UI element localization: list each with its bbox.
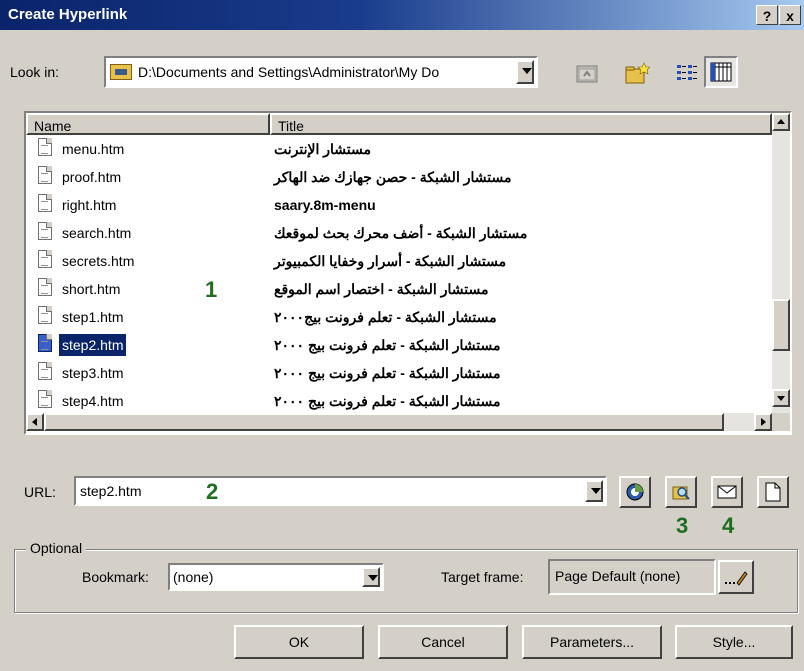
file-title: مستشار الشبكة - اختصار اسم الموقع [274,281,489,297]
target-frame-button[interactable] [718,560,754,594]
html-file-icon [38,222,52,240]
list-item[interactable]: proof.htm مستشار الشبكة - حصن جهازك ضد ال… [26,163,772,191]
html-file-icon [38,306,52,324]
bookmark-value: (none) [173,569,214,585]
list-item[interactable]: short.htm مستشار الشبكة - اختصار اسم المو… [26,275,772,303]
file-title: مستشار الشبكة - أسرار وخفايا الكمبيوتر [274,253,507,269]
annotation-4: 4 [722,513,735,538]
list-item[interactable]: menu.htm مستشار الإنترنت [26,135,772,163]
style-button[interactable]: Style... [675,625,793,659]
target-frame-field: Page Default (none) [548,559,716,595]
lookin-path: D:\Documents and Settings\Administrator\… [138,64,440,80]
list-item[interactable]: step4.htm مستشار الشبكة - تعلم فرونت بيج … [26,387,772,413]
column-header-name[interactable]: Name [26,113,270,135]
file-name: search.htm [62,225,132,241]
bookmark-label: Bookmark: [82,569,149,585]
scroll-down-icon[interactable] [772,389,790,407]
file-name: short.htm [62,281,121,297]
column-header-title[interactable]: Title [270,113,772,135]
html-file-icon [38,250,52,268]
list-item[interactable]: step2.htm مستشار الشبكة - تعلم فرونت بيج … [26,331,772,359]
file-name: step2.htm [59,334,127,356]
url-combobox[interactable]: step2.htm [74,476,607,506]
file-title: مستشار الشبكة - تعلم فرونت بيج ٢٠٠٠ [274,337,501,353]
list-view-icon[interactable] [672,58,702,88]
list-item[interactable]: step1.htm مستشار الشبكة - تعلم فرونت بيج٢… [26,303,772,331]
file-title: مستشار الشبكة - تعلم فرونت بيج ٢٠٠٠ [274,393,501,409]
new-page-icon[interactable] [757,476,789,508]
lookin-combobox[interactable]: D:\Documents and Settings\Administrator\… [104,56,538,88]
url-input[interactable]: step2.htm [80,483,141,499]
lookin-label: Look in: [10,64,60,80]
email-icon[interactable] [711,476,743,508]
optional-legend: Optional [26,540,87,556]
bookmark-combobox[interactable]: (none) [168,563,384,591]
html-file-icon [38,278,52,296]
list-item[interactable]: search.htm مستشار الشبكة - أضف محرك بحث ل… [26,219,772,247]
file-title: مستشار الشبكة - حصن جهازك ضد الهاكر [274,169,512,185]
parameters-button[interactable]: Parameters... [522,625,662,659]
target-frame-value: Page Default (none) [555,568,681,584]
scroll-right-icon[interactable] [754,413,772,431]
annotation-2: 2 [206,479,219,504]
list-item[interactable]: step3.htm مستشار الشبكة - تعلم فرونت بيج … [26,359,772,387]
url-label: URL: [24,484,56,500]
ok-button[interactable]: OK [234,625,364,659]
file-name: proof.htm [62,169,122,185]
html-file-icon [38,166,52,184]
file-name: step4.htm [62,393,124,409]
file-name: step1.htm [62,309,124,325]
scroll-up-icon[interactable] [772,113,790,131]
file-title: مستشار الإنترنت [274,141,371,157]
close-button[interactable]: x [779,5,801,25]
html-file-icon [38,362,52,380]
details-view-icon[interactable] [704,56,738,88]
list-item[interactable]: secrets.htm مستشار الشبكة - أسرار وخفايا … [26,247,772,275]
file-title: مستشار الشبكة - أضف محرك بحث لموقعك [274,225,528,241]
html-file-icon [38,334,52,352]
file-name: right.htm [62,197,117,213]
file-rows: menu.htm مستشار الإنترنت proof.htm مستشار ا… [26,135,772,413]
drive-folder-icon [110,64,132,80]
list-item[interactable]: right.htm saary.8m-menu [26,191,772,219]
file-name: secrets.htm [62,253,135,269]
lookin-dropdown-arrow-icon[interactable] [516,60,534,84]
help-button[interactable]: ? [756,5,778,25]
annotation-1: 1 [205,277,218,302]
file-list[interactable]: Name Title menu.htm مستشار الإنترنت proof.… [24,111,792,435]
html-file-icon [38,390,52,408]
pencil-icon [725,571,748,586]
title-bar: Create Hyperlink ? x [0,0,804,30]
target-frame-label: Target frame: [441,569,524,585]
cancel-button[interactable]: Cancel [378,625,508,659]
html-file-icon [38,138,52,156]
vertical-scroll-thumb[interactable] [772,299,790,351]
file-title: مستشار الشبكة - تعلم فرونت بيج٢٠٠٠ [274,309,497,325]
url-dropdown-arrow-icon[interactable] [585,480,603,502]
file-name: menu.htm [62,141,125,157]
file-title: مستشار الشبكة - تعلم فرونت بيج ٢٠٠٠ [274,365,501,381]
html-file-icon [38,194,52,212]
horizontal-scroll-thumb[interactable] [44,413,724,431]
file-name: step3.htm [62,365,124,381]
up-folder-icon[interactable] [573,58,603,88]
file-title: saary.8m-menu [274,197,376,213]
annotation-3: 3 [676,513,689,538]
horizontal-scrollbar[interactable] [26,413,772,431]
browse-file-icon[interactable] [665,476,697,508]
scroll-corner [772,413,790,431]
new-folder-icon[interactable] [622,58,652,88]
web-browse-icon[interactable] [619,476,651,508]
scroll-left-icon[interactable] [26,413,44,431]
vertical-scrollbar[interactable] [772,113,790,413]
window-title: Create Hyperlink [8,6,128,23]
bookmark-dropdown-arrow-icon[interactable] [362,567,380,587]
